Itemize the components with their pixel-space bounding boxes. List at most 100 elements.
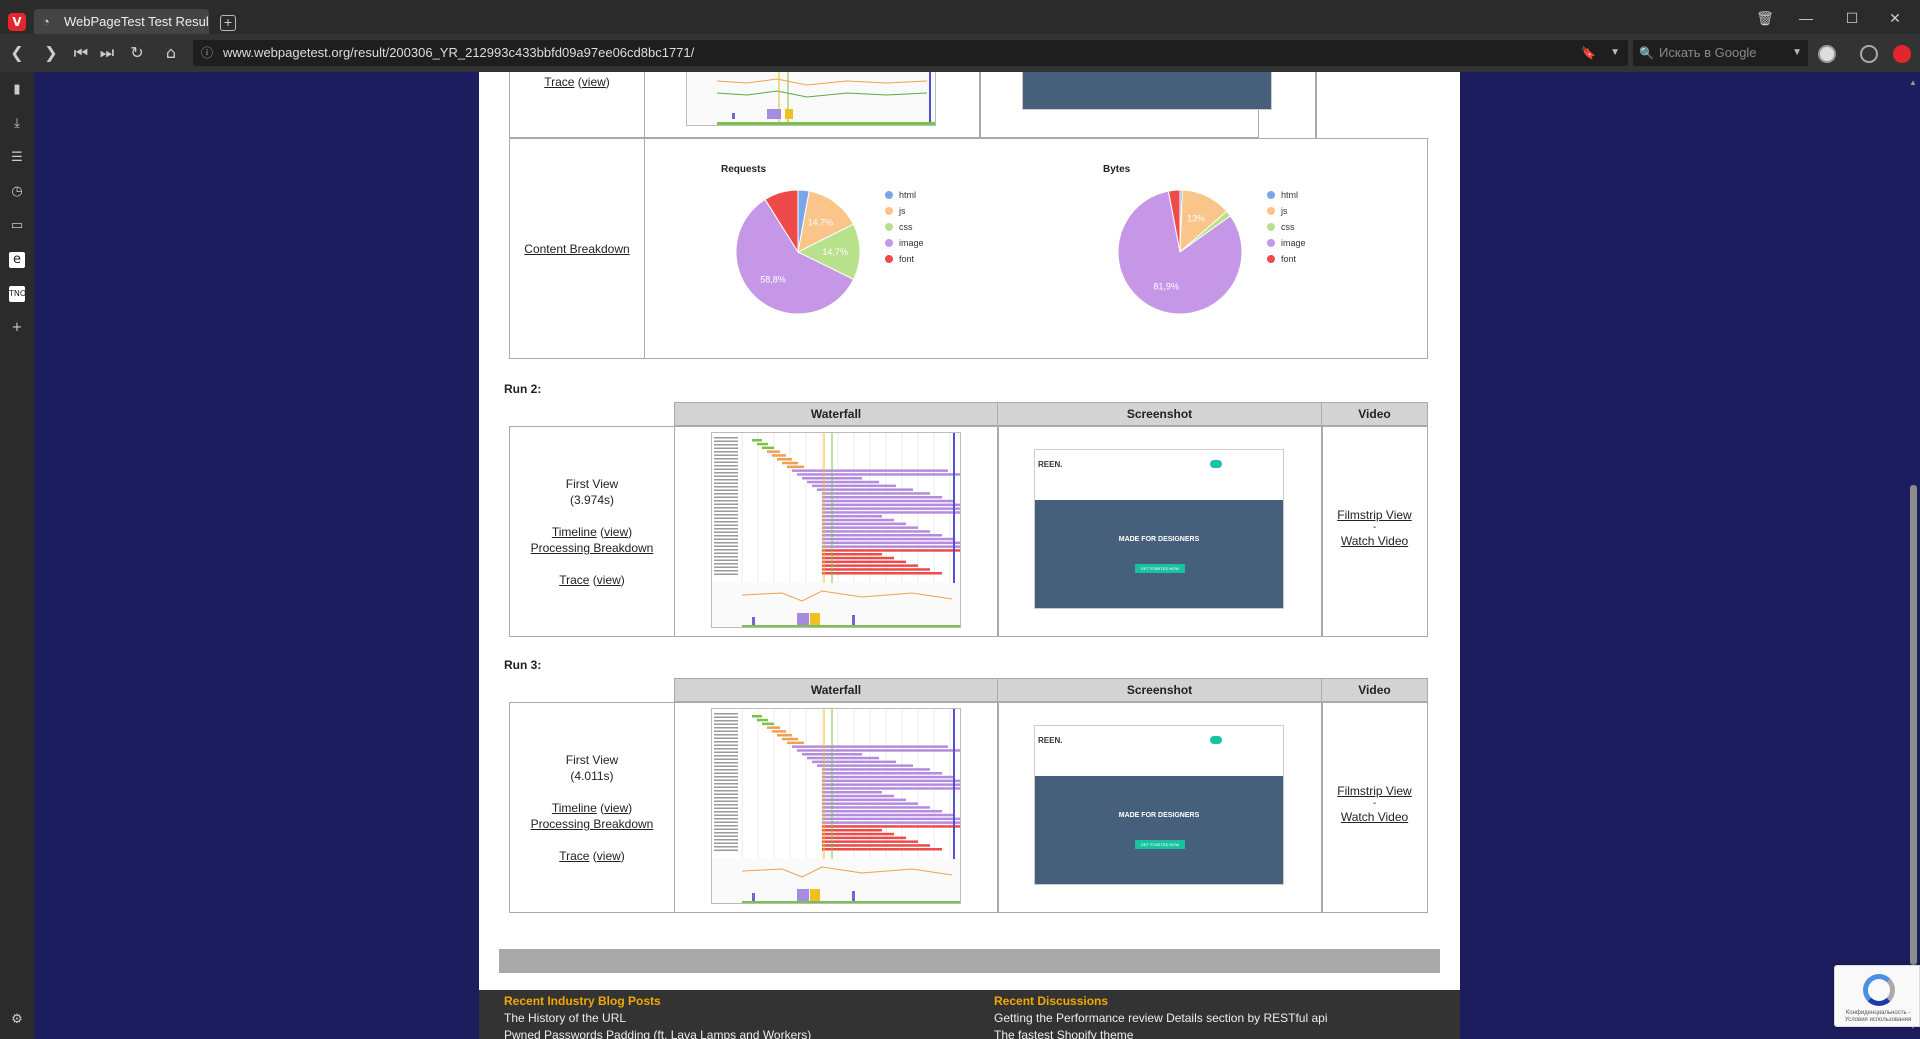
notes-icon[interactable]: ☰ — [9, 150, 25, 166]
close-window-icon[interactable]: ✕ — [1880, 10, 1910, 27]
run3-screenshot-thumbnail[interactable]: REEN. MADE FOR DESIGNERS GET STARTED NOW — [1034, 725, 1284, 885]
screenshot-search-icon — [1210, 736, 1222, 744]
legend-dot-html — [885, 191, 893, 199]
filmstrip-view-link[interactable]: Filmstrip View — [1337, 508, 1411, 522]
search-field[interactable]: 🔍 Искать в Google ▼ — [1633, 40, 1808, 66]
legend-dot-js — [1267, 207, 1275, 215]
legend-label: css — [899, 222, 913, 232]
trace-link[interactable]: Trace — [544, 75, 574, 89]
content-breakdown-link[interactable]: Content Breakdown — [524, 242, 629, 256]
timeline-view-link[interactable]: view — [604, 801, 628, 815]
legend-dot-font — [885, 255, 893, 263]
add-panel-icon[interactable]: + — [9, 320, 25, 336]
run2-info: First View (3.974s) Timeline (view) Proc… — [509, 476, 675, 588]
globe-icon[interactable] — [1860, 45, 1878, 63]
screenshot-headline: MADE FOR DESIGNERS — [1118, 536, 1200, 543]
forward-icon[interactable]: ❯ — [40, 43, 62, 62]
run2-waterfall-thumbnail[interactable] — [711, 432, 961, 628]
maximize-icon[interactable]: ☐ — [1837, 10, 1867, 27]
browser-tab[interactable]: ◔ WebPageTest Test Result - I — [34, 9, 209, 34]
legend-label: font — [1281, 254, 1297, 264]
window-panel-icon[interactable]: ▭ — [9, 218, 25, 234]
scrollbar-thumb[interactable] — [1910, 485, 1917, 965]
run2-label: Run 2: — [504, 382, 542, 396]
web-panel-e-icon[interactable]: e — [9, 252, 25, 268]
waterfall-graphic — [712, 709, 960, 903]
recaptcha-logo-icon — [1863, 974, 1895, 1006]
bytes-pie-chart: 13% 81,9% — [1117, 189, 1243, 315]
screenshot-cta: GET STARTED NOW — [1135, 564, 1185, 573]
legend-item-css: css — [885, 219, 924, 235]
back-icon[interactable]: ❮ — [6, 43, 28, 62]
run1-waterfall-thumbnail[interactable] — [686, 72, 936, 126]
run3-video-header: Video — [1321, 678, 1428, 702]
processing-breakdown-link[interactable]: Processing Breakdown — [531, 541, 654, 555]
screenshot-brand: REEN. — [1038, 460, 1063, 469]
run3-waterfall-thumbnail[interactable] — [711, 708, 961, 904]
run2-screenshot-thumbnail[interactable]: REEN. MADE FOR DESIGNERS GET STARTED NOW — [1034, 449, 1284, 609]
legend-item-js: js — [885, 203, 924, 219]
timeline-link[interactable]: Timeline — [552, 801, 597, 815]
load-time: (4.011s) — [570, 769, 614, 783]
legend-item-html: html — [1267, 187, 1306, 203]
filmstrip-view-link[interactable]: Filmstrip View — [1337, 784, 1411, 798]
legend-item-image: image — [885, 235, 924, 251]
run1-screenshot-thumbnail[interactable] — [1022, 72, 1272, 110]
new-tab-icon[interactable]: + — [220, 15, 236, 31]
bytes-legend: html js css image font — [1267, 187, 1306, 267]
home-icon[interactable]: ⌂ — [160, 43, 182, 62]
recaptcha-badge[interactable]: Конфиденциальность - Условия использован… — [1834, 965, 1920, 1027]
downloads-icon[interactable]: ⤓ — [9, 116, 25, 132]
run3-video-links: Filmstrip View - Watch Video — [1321, 783, 1428, 825]
blog-post-link[interactable]: Pwned Passwords Padding (ft. Lava Lamps … — [504, 1028, 811, 1039]
content-breakdown-label: Content Breakdown — [509, 241, 645, 257]
settings-gear-icon[interactable]: ⚙ — [9, 1012, 25, 1028]
trace-view-link[interactable]: view — [582, 75, 606, 89]
minimize-icon[interactable]: — — [1791, 10, 1821, 26]
trace-view-link[interactable]: view — [597, 573, 621, 587]
history-icon[interactable]: ◷ — [9, 184, 25, 200]
requests-chart-title: Requests — [721, 164, 767, 175]
legend-dot-html — [1267, 191, 1275, 199]
page-scrollbar[interactable]: ▲ ▼ — [1906, 72, 1920, 1039]
rewind-icon[interactable]: ⏮ — [70, 43, 92, 63]
discussion-link[interactable]: The fastest Shopify theme — [994, 1028, 1133, 1039]
browser-titlebar: V ◔ WebPageTest Test Result - I + 🗑 — ☐ … — [0, 0, 1920, 34]
site-info-icon[interactable]: ⓘ — [201, 40, 213, 66]
screenshot-brand: REEN. — [1038, 736, 1063, 745]
scroll-up-icon[interactable]: ▲ — [1909, 78, 1917, 87]
watch-video-link[interactable]: Watch Video — [1341, 810, 1408, 824]
trace-link[interactable]: Trace — [559, 849, 589, 863]
trash-icon[interactable]: 🗑 — [1750, 10, 1780, 27]
timeline-link[interactable]: Timeline — [552, 525, 597, 539]
legend-dot-css — [885, 223, 893, 231]
blog-post-link[interactable]: The History of the URL — [504, 1011, 626, 1025]
watch-video-link[interactable]: Watch Video — [1341, 534, 1408, 548]
discussion-link[interactable]: Getting the Performance review Details s… — [994, 1011, 1327, 1025]
extension-icon[interactable] — [1893, 45, 1911, 63]
web-panel-tno-icon[interactable]: TNO — [9, 286, 26, 302]
legend-dot-font — [1267, 255, 1275, 263]
reload-icon[interactable]: ↻ — [126, 43, 148, 62]
run2-video-links: Filmstrip View - Watch Video — [1321, 507, 1428, 549]
chevron-down-icon[interactable]: ▼ — [1792, 40, 1802, 66]
profile-avatar-icon[interactable] — [1818, 45, 1836, 63]
fast-forward-icon[interactable]: ⏭ — [96, 43, 118, 63]
processing-breakdown-link[interactable]: Processing Breakdown — [531, 817, 654, 831]
pie-slice-label: 14,7% — [822, 247, 848, 257]
page-divider-bar — [499, 949, 1440, 973]
trace-view-link[interactable]: view — [597, 849, 621, 863]
bookmarks-icon[interactable]: ▮ — [9, 82, 25, 98]
load-time: (3.974s) — [569, 493, 615, 507]
url-field[interactable]: ⓘ www.webpagetest.org/result/200306_YR_2… — [193, 40, 1628, 66]
chevron-down-icon[interactable]: ▼ — [1610, 40, 1620, 66]
trace-link[interactable]: Trace — [559, 573, 589, 587]
run1-trace-line: Trace (view) — [544, 75, 610, 89]
timeline-view-link[interactable]: view — [604, 525, 628, 539]
waterfall-graphic — [712, 433, 960, 627]
run3-info: First View (4.011s) Timeline (view) Proc… — [509, 752, 675, 864]
webpagetest-result-page: Trace (view) Content Breakdown Requests … — [479, 72, 1460, 1039]
bookmark-icon[interactable]: 🔖 — [1581, 40, 1596, 66]
vivaldi-logo-icon[interactable]: V — [8, 13, 26, 31]
page-footer: Recent Industry Blog Posts The History o… — [479, 990, 1460, 1039]
